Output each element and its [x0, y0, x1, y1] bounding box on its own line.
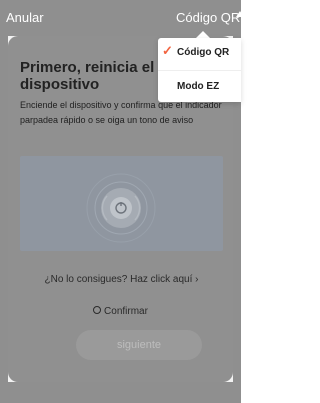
- pairing-screen: Anular Código QR Primero, reinicia el di…: [0, 0, 244, 403]
- overlay-left: [0, 36, 8, 403]
- card-description: Enciende el dispositivo y confirma que e…: [20, 100, 222, 125]
- dropdown-item-label: Modo EZ: [177, 81, 220, 92]
- device-illustration: [20, 156, 223, 251]
- next-button[interactable]: siguiente: [76, 330, 202, 360]
- dropdown-item-qr[interactable]: ✓ Código QR: [158, 38, 241, 68]
- help-link[interactable]: ¿No lo consigues? Haz click aquí ›: [20, 274, 223, 285]
- mode-dropdown: ✓ Código QR Modo EZ: [158, 38, 241, 102]
- check-icon: ✓: [162, 43, 173, 58]
- radio-icon[interactable]: [93, 306, 102, 314]
- confirm-option[interactable]: Confirmar: [8, 306, 233, 317]
- confirm-label: Confirmar: [104, 306, 148, 317]
- device-reset-icon: [86, 173, 156, 243]
- mode-selector[interactable]: Código QR: [176, 10, 240, 25]
- chevron-up-icon[interactable]: [236, 11, 244, 17]
- dropdown-divider: [158, 70, 241, 71]
- cancel-button[interactable]: Anular: [6, 10, 44, 25]
- dropdown-caret-icon: [196, 31, 210, 38]
- overlay-bottom: [8, 382, 233, 403]
- dropdown-item-label: Código QR: [177, 47, 230, 58]
- dropdown-item-ez[interactable]: Modo EZ: [158, 72, 241, 102]
